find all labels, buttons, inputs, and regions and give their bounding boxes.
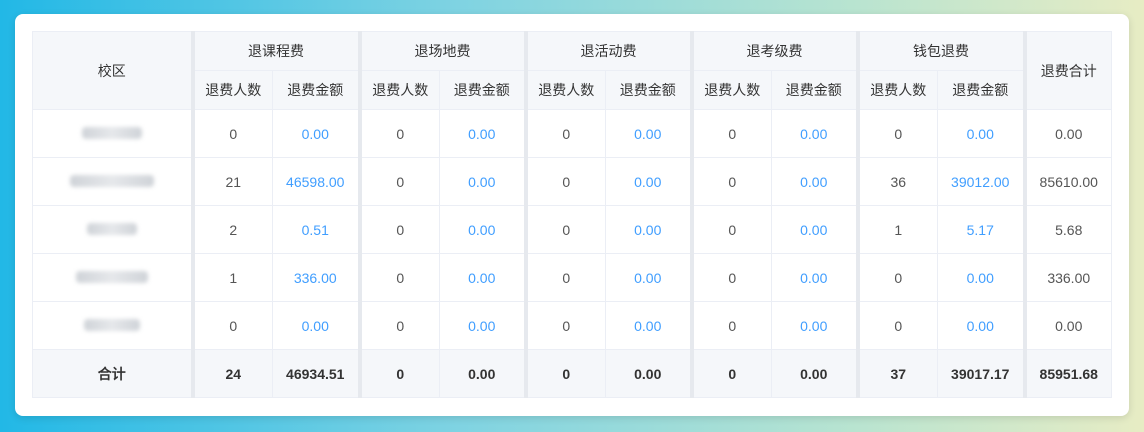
- campus-name-redacted: [32, 253, 193, 302]
- refund-amount-link[interactable]: 0.00: [937, 253, 1025, 302]
- refund-count-cell: 0: [357, 253, 440, 302]
- refund-amount-link[interactable]: 0.00: [272, 109, 360, 158]
- header-refund-amount: 退费金额: [439, 70, 526, 110]
- table-row: 1 336.00 0 0.00 0 0.00 0 0.00 0 0.00 336…: [32, 253, 1112, 302]
- header-refund-count: 退费人数: [357, 70, 440, 110]
- refund-count-cell: 0: [190, 109, 273, 158]
- campus-name-redacted: [32, 157, 193, 206]
- refund-amount-link[interactable]: 0.00: [439, 301, 526, 350]
- refund-amount-link[interactable]: 0.00: [937, 301, 1025, 350]
- refund-count-cell: 0: [689, 109, 772, 158]
- refund-amount-link[interactable]: 0.00: [771, 109, 858, 158]
- refund-count-cell: 0: [357, 301, 440, 350]
- refund-amount-link[interactable]: 0.00: [439, 109, 526, 158]
- refund-count-cell: 0: [855, 109, 938, 158]
- refund-count-cell: 1: [190, 253, 273, 302]
- header-refund-count: 退费人数: [855, 70, 938, 110]
- refund-count-cell: 0: [689, 301, 772, 350]
- header-campus: 校区: [32, 31, 193, 110]
- refund-count-cell: 0: [523, 301, 606, 350]
- refund-amount-link[interactable]: 0.00: [439, 253, 526, 302]
- header-group-course-fee: 退课程费: [190, 31, 360, 71]
- header-refund-amount: 退费金额: [937, 70, 1025, 110]
- header-group-wallet-refund: 钱包退费: [855, 31, 1025, 71]
- refund-count-cell: 36: [855, 157, 938, 206]
- header-refund-count: 退费人数: [689, 70, 772, 110]
- refund-count-cell: 0: [855, 301, 938, 350]
- header-refund-amount: 退费金额: [771, 70, 858, 110]
- refund-count-cell: 21: [190, 157, 273, 206]
- refund-amount-link[interactable]: 0.00: [605, 205, 692, 254]
- refund-amount-link[interactable]: 0.00: [937, 109, 1025, 158]
- refund-total-cell: 0.00: [1022, 301, 1112, 350]
- header-group-exam-fee: 退考级费: [689, 31, 858, 71]
- refund-count-cell: 2: [190, 205, 273, 254]
- refund-amount-link[interactable]: 0.00: [272, 301, 360, 350]
- refund-amount-link[interactable]: 39012.00: [937, 157, 1025, 206]
- header-group-venue-fee: 退场地费: [357, 31, 526, 71]
- header-refund-count: 退费人数: [523, 70, 606, 110]
- summary-amount-cell: 0.00: [771, 349, 858, 398]
- refund-amount-link[interactable]: 0.00: [605, 253, 692, 302]
- refund-count-cell: 0: [357, 109, 440, 158]
- refund-count-cell: 0: [523, 157, 606, 206]
- refund-total-cell: 0.00: [1022, 109, 1112, 158]
- summary-amount-cell: 39017.17: [937, 349, 1025, 398]
- refund-amount-link[interactable]: 0.00: [771, 253, 858, 302]
- refund-total-cell: 85610.00: [1022, 157, 1112, 206]
- header-group-activity-fee: 退活动费: [523, 31, 692, 71]
- refund-count-cell: 0: [855, 253, 938, 302]
- table-row: 2 0.51 0 0.00 0 0.00 0 0.00 1 5.17 5.68: [32, 205, 1112, 254]
- refund-count-cell: 0: [357, 157, 440, 206]
- refund-count-cell: 0: [689, 253, 772, 302]
- table-row: 0 0.00 0 0.00 0 0.00 0 0.00 0 0.00 0.00: [32, 109, 1112, 158]
- summary-count-cell: 0: [357, 349, 440, 398]
- campus-name-redacted: [32, 301, 193, 350]
- summary-label: 合计: [32, 349, 193, 398]
- campus-name-redacted: [32, 109, 193, 158]
- header-refund-amount: 退费金额: [605, 70, 692, 110]
- refund-count-cell: 1: [855, 205, 938, 254]
- table-row: 21 46598.00 0 0.00 0 0.00 0 0.00 36 3901…: [32, 157, 1112, 206]
- summary-amount-cell: 0.00: [605, 349, 692, 398]
- summary-count-cell: 37: [855, 349, 938, 398]
- summary-amount-cell: 0.00: [439, 349, 526, 398]
- refund-count-cell: 0: [523, 253, 606, 302]
- summary-count-cell: 0: [689, 349, 772, 398]
- refund-amount-link[interactable]: 46598.00: [272, 157, 360, 206]
- refund-count-cell: 0: [190, 301, 273, 350]
- refund-summary-card: 校区 退课程费 退场地费 退活动费 退考级费 钱包退费 退费合计 退费人数 退费…: [15, 14, 1129, 416]
- refund-amount-link[interactable]: 0.00: [771, 157, 858, 206]
- refund-summary-table: 校区 退课程费 退场地费 退活动费 退考级费 钱包退费 退费合计 退费人数 退费…: [32, 31, 1112, 398]
- refund-amount-link[interactable]: 0.00: [605, 109, 692, 158]
- refund-amount-link[interactable]: 0.00: [439, 157, 526, 206]
- refund-amount-link[interactable]: 5.17: [937, 205, 1025, 254]
- summary-total-cell: 85951.68: [1022, 349, 1112, 398]
- refund-amount-link[interactable]: 0.00: [771, 205, 858, 254]
- table-row: 0 0.00 0 0.00 0 0.00 0 0.00 0 0.00 0.00: [32, 301, 1112, 350]
- campus-name-redacted: [32, 205, 193, 254]
- refund-count-cell: 0: [523, 205, 606, 254]
- summary-row: 合计 24 46934.51 0 0.00 0 0.00 0 0.00 37 3…: [32, 349, 1112, 398]
- refund-count-cell: 0: [689, 157, 772, 206]
- header-refund-amount: 退费金额: [272, 70, 360, 110]
- refund-amount-link[interactable]: 0.00: [439, 205, 526, 254]
- refund-total-cell: 336.00: [1022, 253, 1112, 302]
- refund-amount-link[interactable]: 0.51: [272, 205, 360, 254]
- refund-count-cell: 0: [689, 205, 772, 254]
- header-refund-count: 退费人数: [190, 70, 273, 110]
- refund-amount-link[interactable]: 0.00: [771, 301, 858, 350]
- summary-count-cell: 0: [523, 349, 606, 398]
- refund-amount-link[interactable]: 0.00: [605, 301, 692, 350]
- refund-total-cell: 5.68: [1022, 205, 1112, 254]
- summary-amount-cell: 46934.51: [272, 349, 360, 398]
- summary-count-cell: 24: [190, 349, 273, 398]
- refund-count-cell: 0: [523, 109, 606, 158]
- header-refund-total: 退费合计: [1022, 31, 1112, 110]
- refund-amount-link[interactable]: 0.00: [605, 157, 692, 206]
- refund-count-cell: 0: [357, 205, 440, 254]
- refund-amount-link[interactable]: 336.00: [272, 253, 360, 302]
